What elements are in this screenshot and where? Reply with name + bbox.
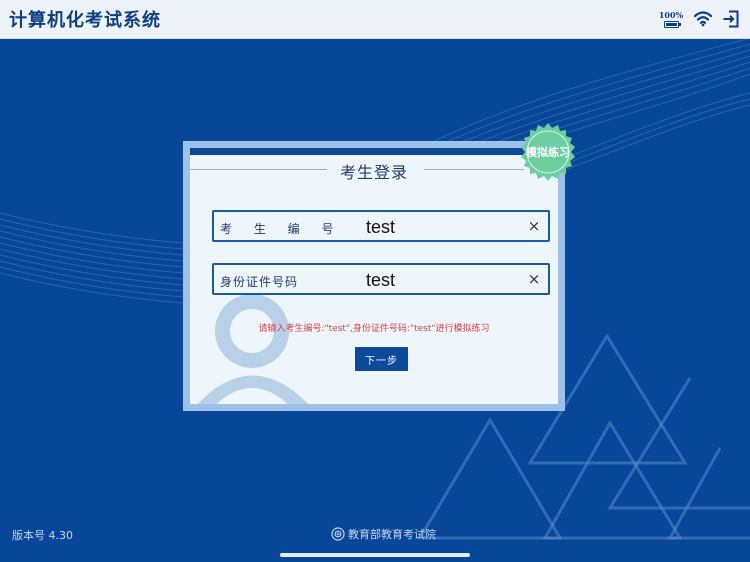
user-silhouette-icon: [197, 294, 309, 404]
candidate-number-label: 考 生 编 号: [220, 222, 343, 236]
emblem-icon: [331, 527, 345, 541]
exit-icon[interactable]: [722, 10, 740, 28]
login-title: 考生登录: [339, 163, 408, 182]
id-number-field: 身份证件号码 ×: [212, 263, 550, 295]
footer-organization: 教育部教育考试院: [331, 526, 436, 542]
battery-icon: [663, 20, 681, 28]
login-card: 考生登录 考 生 编 号 × 身份证件号码 × 请输入考生编号:"test",身…: [183, 141, 565, 411]
battery-indicator: 100%: [658, 9, 684, 28]
battery-percent: 100%: [658, 9, 684, 20]
id-number-input[interactable]: [364, 268, 518, 292]
candidate-number-input[interactable]: [364, 215, 518, 239]
status-area: 100%: [658, 8, 740, 30]
next-step-button[interactable]: 下一步: [355, 347, 408, 371]
id-number-label: 身份证件号码: [220, 275, 299, 289]
clear-candidate-number-button[interactable]: ×: [527, 218, 541, 234]
practice-hint: 请输入考生编号:"test",身份证件号码:"test"进行模拟练习: [258, 324, 490, 334]
practice-mode-badge: 模拟练习: [518, 122, 578, 182]
clear-id-number-button[interactable]: ×: [527, 271, 541, 287]
login-card-body: 考生登录 考 生 编 号 × 身份证件号码 × 请输入考生编号:"test",身…: [190, 148, 558, 404]
battery-fill: [665, 22, 677, 26]
home-indicator[interactable]: [280, 553, 470, 557]
candidate-number-field: 考 生 编 号 ×: [212, 210, 550, 242]
wifi-icon: [694, 11, 712, 27]
version-label: 版本号 4.30: [12, 529, 73, 542]
top-bar: 计算机化考试系统 100%: [0, 0, 750, 38]
organization-name: 教育部教育考试院: [348, 528, 436, 541]
card-top-stripe: [190, 148, 558, 155]
badge-label: 模拟练习: [526, 146, 570, 159]
app-title: 计算机化考试系统: [9, 10, 161, 31]
